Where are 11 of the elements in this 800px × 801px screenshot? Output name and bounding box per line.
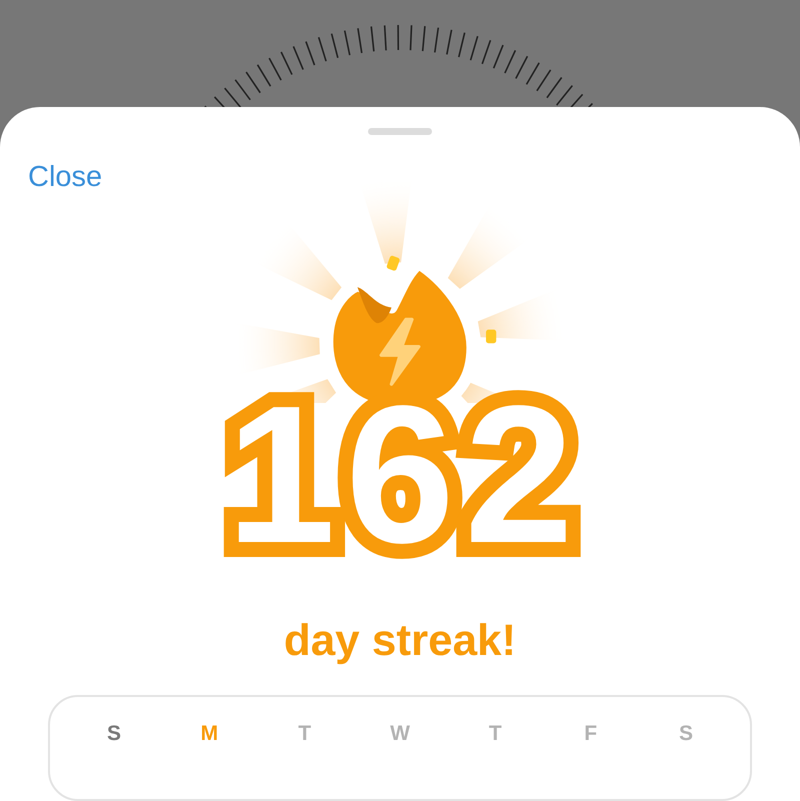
weekday-label: T xyxy=(488,720,503,747)
weekday-label: W xyxy=(389,720,411,747)
streak-caption: day streak! xyxy=(284,614,516,667)
weekday-label: S xyxy=(106,720,122,747)
weekday-label: S xyxy=(678,720,694,747)
weekday-label: M xyxy=(200,720,220,747)
weekday-label: F xyxy=(583,720,598,747)
sheet-grabber[interactable] xyxy=(368,128,432,135)
weekday-label: T xyxy=(297,720,312,747)
close-button[interactable]: Close xyxy=(28,158,102,195)
streak-count: 162 xyxy=(216,384,584,565)
